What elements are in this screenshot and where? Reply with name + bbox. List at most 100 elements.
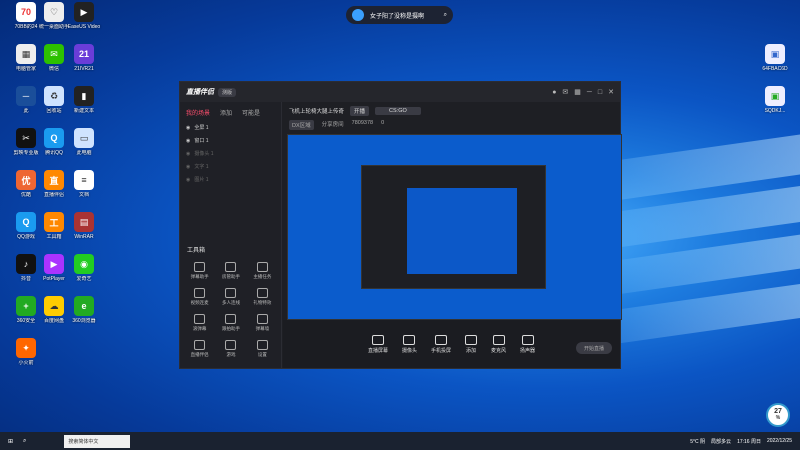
app-icon: ▭ bbox=[74, 128, 94, 148]
scene-item[interactable]: ◉ 文字 1 bbox=[180, 160, 281, 173]
eye-icon[interactable]: ◉ bbox=[186, 138, 190, 144]
tool-item[interactable]: 房管助手 bbox=[215, 262, 246, 280]
app-icon: ≡ bbox=[74, 170, 94, 190]
tool-item[interactable]: 视频连麦 bbox=[184, 288, 215, 306]
share-label[interactable]: 分享房间 bbox=[322, 120, 344, 130]
stream-title[interactable]: 飞机上轮椅大腿上传奇 bbox=[289, 107, 344, 115]
windows-start-icon[interactable]: ⊞ bbox=[8, 438, 13, 445]
tool-label: 设置 bbox=[257, 352, 267, 357]
desktop-icon[interactable]: ▭ 此电脑 bbox=[64, 128, 104, 156]
tool-item[interactable]: 跟拍助手 bbox=[215, 314, 246, 332]
app-icon: ✂ bbox=[16, 128, 36, 148]
system-tray: 5°C 阴 局部多云 17:16 周日 2022/12/25 bbox=[690, 438, 800, 445]
tool-item[interactable]: 主播任务 bbox=[247, 262, 278, 280]
desktop-icon[interactable]: ▶ EaseUS Video bbox=[64, 2, 104, 30]
search-icon[interactable]: ⌕ bbox=[23, 438, 26, 445]
search-icon[interactable]: ⌕ bbox=[444, 12, 447, 19]
screen-preview[interactable] bbox=[287, 134, 622, 320]
toolbar-button[interactable]: 扬声器 bbox=[520, 334, 535, 354]
app-icon: 工 bbox=[44, 212, 64, 232]
app-icon: 21 bbox=[74, 44, 94, 64]
eye-icon[interactable]: ◉ bbox=[186, 151, 190, 157]
desktop-icon[interactable]: ≡ 文档 bbox=[64, 170, 104, 198]
desktop-icon[interactable]: ▤ WinRAR bbox=[64, 212, 104, 240]
eye-icon[interactable]: ◉ bbox=[186, 177, 190, 183]
toolbar-button[interactable]: 手机投屏 bbox=[431, 334, 451, 354]
scene-item[interactable]: ◉ 图片 1 bbox=[180, 173, 281, 186]
app-icon: ♡ bbox=[44, 2, 64, 22]
tool-item[interactable]: 滚弹幕 bbox=[184, 314, 215, 332]
sidebar-tab[interactable]: 可能是 bbox=[242, 108, 260, 117]
desktop-icon[interactable]: ◉ 爱奇艺 bbox=[64, 254, 104, 282]
taskbar: ⊞ ⌕ 搜索简体中文 5°C 阴 局部多云 17:16 周日 2022/12/2… bbox=[0, 432, 800, 450]
calendar-icon[interactable]: ▦ bbox=[574, 88, 581, 96]
desktop-icon-label: 文档 bbox=[78, 192, 89, 198]
scene-item[interactable]: ◉ 摄像头 1 bbox=[180, 147, 281, 160]
app-icon: e bbox=[74, 296, 94, 316]
tool-item[interactable]: 游戏 bbox=[215, 340, 246, 358]
version-badge[interactable]: 测版 bbox=[218, 87, 237, 97]
tool-item[interactable]: 设置 bbox=[247, 340, 278, 358]
avatar-icon[interactable]: ● bbox=[552, 89, 556, 96]
eye-icon[interactable]: ◉ bbox=[186, 164, 190, 170]
tool-item[interactable]: 直播伴侣 bbox=[184, 340, 215, 358]
message-icon[interactable]: ✉ bbox=[562, 88, 568, 96]
app-icon: ▮ bbox=[74, 86, 94, 106]
scene-item[interactable]: ◉ 窗口 1 bbox=[180, 134, 281, 147]
maximize-icon[interactable]: □ bbox=[598, 89, 602, 96]
app-icon: ▶ bbox=[74, 2, 94, 22]
room-id: 7809378 bbox=[351, 120, 374, 126]
app-icon: ◉ bbox=[74, 254, 94, 274]
category-field[interactable]: CS:GO bbox=[375, 107, 421, 115]
minimize-icon[interactable]: ─ bbox=[587, 89, 592, 96]
desktop-icon[interactable]: ✦ 小火箭 bbox=[6, 338, 46, 366]
desktop-icon-label: 新建文本 bbox=[73, 108, 94, 114]
performance-gauge[interactable]: 27 % bbox=[766, 403, 790, 427]
tool-item[interactable]: 多人连线 bbox=[215, 288, 246, 306]
toolbar-button[interactable]: 添加 bbox=[465, 334, 477, 354]
tool-icon bbox=[225, 314, 237, 324]
tool-item[interactable]: 弹幕助手 bbox=[184, 262, 215, 280]
tag-button[interactable]: DX区域 bbox=[289, 120, 314, 130]
room-button[interactable]: 开播 bbox=[350, 106, 370, 116]
toolbar-button[interactable]: 摄像头 bbox=[401, 334, 417, 354]
app-icon: Q bbox=[44, 128, 64, 148]
desktop-icon[interactable]: ▣ SQDKJ... bbox=[755, 86, 795, 114]
search-pill[interactable]: 女子阳了没称是摄啊 ⌕ bbox=[346, 6, 453, 24]
go-live-button[interactable]: 开始直播 bbox=[576, 342, 612, 354]
toolbar-button[interactable]: 直播屏幕 bbox=[368, 334, 388, 354]
desktop-icon[interactable]: 21 21IVR21 bbox=[64, 44, 104, 72]
time[interactable]: 17:16 周日 bbox=[737, 438, 761, 445]
live-companion-window: 直播伴侣 测版 ● ✉ ▦ ─ □ ✕ 我的场景 添加 可能是 ◉ 全屏 1 ◉ 窗口 1… bbox=[179, 81, 622, 369]
desktop-icon-label: 此电脑 bbox=[76, 150, 92, 156]
app-icon: 优 bbox=[16, 170, 36, 190]
desktop-icon-label: 小火箭 bbox=[18, 360, 34, 366]
toolbar-button-icon bbox=[434, 334, 447, 345]
eye-icon[interactable]: ◉ bbox=[186, 125, 190, 131]
taskbar-search-input[interactable]: 搜索简体中文 bbox=[64, 434, 131, 448]
tool-label: 多人连线 bbox=[221, 300, 240, 305]
tool-label: 滚弹幕 bbox=[192, 326, 207, 331]
tool-item[interactable]: 礼物特效 bbox=[247, 288, 278, 306]
desktop-icon[interactable]: ▣ 64FBAC6D bbox=[755, 44, 795, 72]
close-icon[interactable]: ✕ bbox=[608, 88, 614, 96]
app-icon: ─ bbox=[16, 86, 36, 106]
desktop-icon[interactable]: e 360浏览器 bbox=[64, 296, 104, 324]
tool-icon bbox=[256, 314, 268, 324]
search-pill-text: 女子阳了没称是摄啊 bbox=[370, 13, 425, 20]
avatar-icon bbox=[352, 9, 364, 21]
scene-item[interactable]: ◉ 全屏 1 bbox=[180, 121, 281, 134]
app-icon: ☁ bbox=[44, 296, 64, 316]
weather-desc[interactable]: 局部多云 bbox=[711, 438, 731, 445]
sidebar-tab[interactable]: 添加 bbox=[220, 108, 232, 117]
sidebar-tab[interactable]: 我的场景 bbox=[186, 108, 210, 117]
date[interactable]: 2022/12/25 bbox=[767, 438, 792, 444]
fans-count: 0 bbox=[381, 120, 385, 126]
toolbar-button[interactable]: 麦克风 bbox=[491, 334, 506, 354]
app-icon: ▤ bbox=[74, 212, 94, 232]
toolbar-button-label: 摄像头 bbox=[401, 347, 417, 354]
tool-item[interactable]: 弹幕墙 bbox=[247, 314, 278, 332]
weather-temp[interactable]: 5°C 阴 bbox=[690, 438, 705, 445]
desktop-icon[interactable]: ▮ 新建文本 bbox=[64, 86, 104, 114]
app-icon: 直 bbox=[44, 170, 64, 190]
